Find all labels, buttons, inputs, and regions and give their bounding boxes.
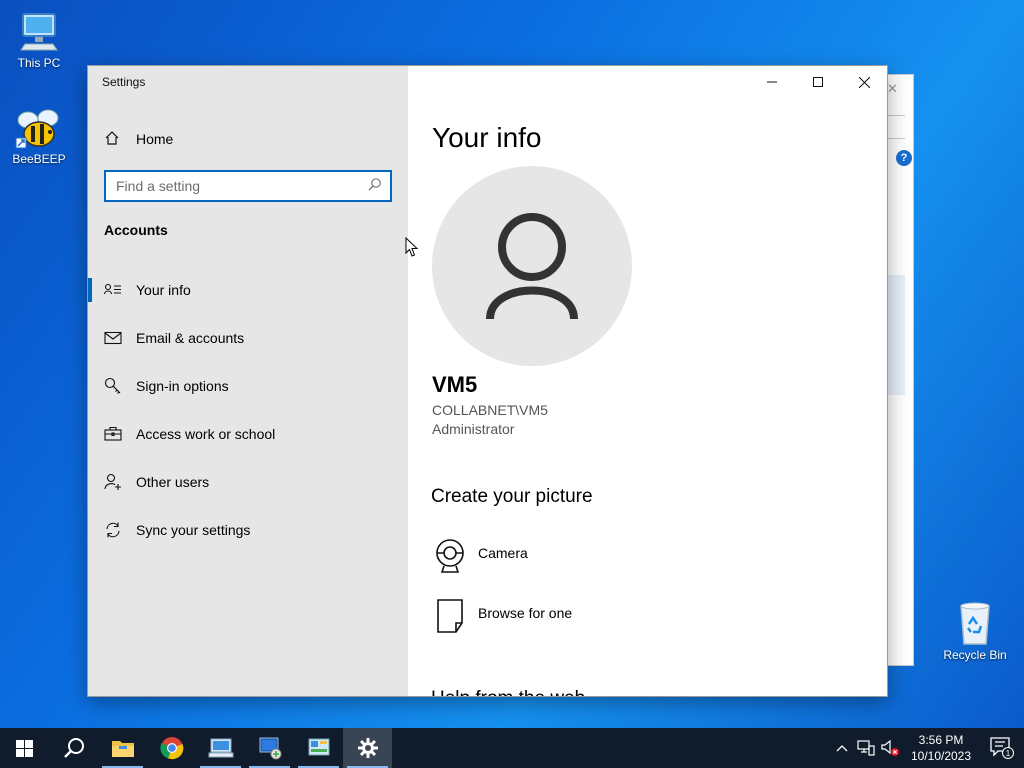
taskbar-chrome[interactable] <box>147 728 196 768</box>
sync-icon <box>104 520 126 540</box>
sidebar-item-label: Sign-in options <box>136 378 229 394</box>
file-explorer-icon <box>111 741 134 757</box>
background-window-field <box>885 115 905 139</box>
section-heading: Accounts <box>104 222 168 238</box>
search-button[interactable] <box>49 728 98 768</box>
search-input[interactable] <box>116 178 368 194</box>
background-window-panel <box>885 275 905 395</box>
camera-label: Camera <box>478 545 528 561</box>
chevron-up-icon <box>836 745 848 752</box>
contact-card-icon <box>104 280 126 300</box>
recycle-bin-icon <box>960 602 990 645</box>
mail-icon <box>104 328 126 348</box>
webcam-icon <box>432 538 468 574</box>
system-tray: 3:56 PM 10/10/2023 1 <box>830 728 1024 768</box>
computer-icon <box>20 13 58 51</box>
desktop-icon-beebeep[interactable]: BeeBEEP <box>3 108 75 166</box>
taskbar-control-panel[interactable] <box>294 728 343 768</box>
browse-option[interactable]: Browse for one <box>432 598 572 634</box>
sidebar-item-label: Other users <box>136 474 210 490</box>
clock-date: 10/10/2023 <box>910 749 972 763</box>
remote-desktop-icon <box>208 738 233 758</box>
control-panel-icon <box>308 738 329 756</box>
user-role: Administrator <box>432 421 515 437</box>
help-from-web-heading: Help from the web <box>431 688 585 696</box>
start-icon <box>16 739 33 757</box>
mouse-cursor-icon <box>405 237 419 257</box>
start-button[interactable] <box>0 728 49 768</box>
sidebar: Settings Home Accounts Your info <box>88 66 408 696</box>
nav-list: Your info Email & accounts Sign-in optio… <box>88 266 408 554</box>
create-picture-heading: Create your picture <box>431 486 593 507</box>
action-center-button[interactable]: 1 <box>980 728 1024 768</box>
notification-icon: 1 <box>990 737 1014 759</box>
main-content: Your info VM5 COLLABNET\VM5 Administrato… <box>408 66 887 696</box>
show-hidden-icons-button[interactable] <box>830 728 854 768</box>
sidebar-item-other-users[interactable]: Other users <box>88 458 408 506</box>
desktop-icon-label: This PC <box>17 56 61 70</box>
taskbar-network-app[interactable] <box>245 728 294 768</box>
search-box[interactable] <box>104 170 392 202</box>
chrome-icon <box>159 737 183 760</box>
help-icon[interactable]: ? <box>896 150 912 166</box>
taskbar-remote-desktop[interactable] <box>196 728 245 768</box>
window-title: Settings <box>102 75 146 89</box>
page-title: Your info <box>432 122 542 153</box>
sidebar-item-label: Your info <box>136 282 191 298</box>
user-name: VM5 <box>432 372 478 397</box>
desktop-icon-label: Recycle Bin <box>943 648 1007 662</box>
network-button[interactable] <box>854 728 878 768</box>
sidebar-item-label: Access work or school <box>136 426 276 442</box>
settings-window: Settings Home Accounts Your info <box>87 65 888 697</box>
network-icon <box>857 740 875 756</box>
camera-option[interactable]: Camera <box>432 538 528 574</box>
browse-label: Browse for one <box>478 605 573 621</box>
user-silhouette-icon <box>486 213 578 320</box>
sidebar-item-access-work-school[interactable]: Access work or school <box>88 410 408 458</box>
home-label: Home <box>136 131 174 147</box>
settings-icon <box>357 738 378 758</box>
sidebar-item-label: Sync your settings <box>136 522 251 538</box>
desktop-icon-this-pc[interactable]: This PC <box>3 10 75 70</box>
briefcase-icon <box>104 424 126 444</box>
search-icon <box>63 738 84 758</box>
home-nav-item[interactable]: Home <box>104 128 173 150</box>
search-icon[interactable] <box>368 177 382 196</box>
sidebar-item-sync-settings[interactable]: Sync your settings <box>88 506 408 554</box>
user-domain: COLLABNET\VM5 <box>432 402 548 418</box>
sidebar-item-sign-in-options[interactable]: Sign-in options <box>88 362 408 410</box>
key-icon <box>104 376 126 396</box>
sidebar-item-your-info[interactable]: Your info <box>88 266 408 314</box>
desktop-icon-label: BeeBEEP <box>12 152 66 166</box>
clock-time: 3:56 PM <box>918 733 964 747</box>
close-icon[interactable]: ✕ <box>887 81 898 97</box>
taskbar: 3:56 PM 10/10/2023 1 <box>0 728 1024 768</box>
home-icon <box>104 130 126 149</box>
network-app-icon <box>259 737 281 760</box>
avatar <box>432 166 632 366</box>
add-person-icon <box>104 472 126 492</box>
desktop-icon-recycle-bin[interactable]: Recycle Bin <box>939 600 1011 662</box>
taskbar-settings[interactable] <box>343 728 392 768</box>
volume-button[interactable] <box>878 728 902 768</box>
taskbar-file-explorer[interactable] <box>98 728 147 768</box>
bee-icon <box>15 109 59 149</box>
sidebar-item-email-accounts[interactable]: Email & accounts <box>88 314 408 362</box>
clock[interactable]: 3:56 PM 10/10/2023 <box>902 732 980 764</box>
file-icon <box>432 598 468 634</box>
sidebar-item-label: Email & accounts <box>136 330 245 346</box>
notification-count: 1 <box>1006 749 1011 758</box>
volume-muted-icon <box>881 739 899 756</box>
